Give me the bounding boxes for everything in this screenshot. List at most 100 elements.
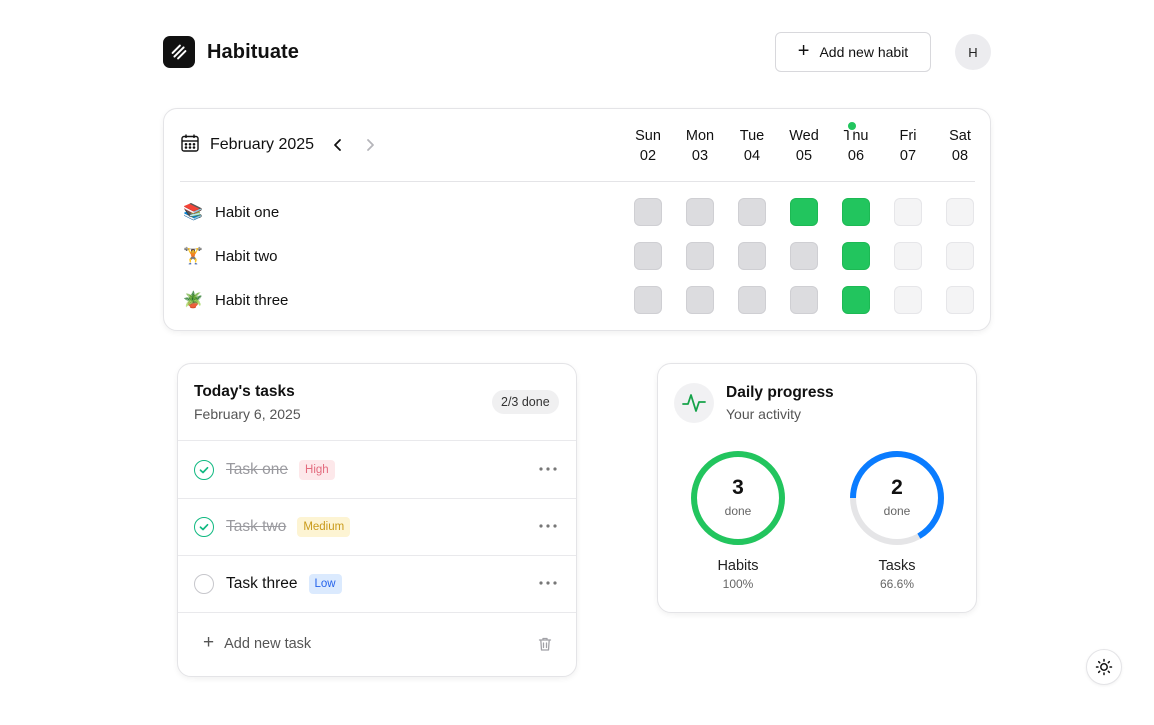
- habit-name: Habit one: [215, 203, 280, 221]
- task-name: Task two: [226, 517, 287, 535]
- day-date: 05: [795, 148, 813, 164]
- day-weekday: Mon: [685, 128, 715, 144]
- day-date: 02: [639, 148, 657, 164]
- day-date: 06: [847, 148, 865, 164]
- task-divider: [178, 612, 576, 613]
- habit-emoji-icon: 🏋️: [183, 248, 203, 265]
- habit-day-cell-missed[interactable]: [634, 286, 662, 314]
- day-date: 04: [743, 148, 761, 164]
- ring-value: 2: [891, 476, 903, 499]
- add-habit-button[interactable]: + Add new habit: [775, 32, 931, 72]
- day-date: 08: [951, 148, 969, 164]
- habit-row[interactable]: 🪴 Habit three: [182, 286, 288, 314]
- habit-day-cell-future[interactable]: [946, 286, 974, 314]
- habit-day-cell-missed[interactable]: [634, 242, 662, 270]
- day-header: Tue 04: [728, 126, 776, 166]
- app-name: Habituate: [207, 40, 300, 63]
- month-navigation: February 2025: [180, 133, 382, 157]
- day-weekday: Fri: [899, 128, 917, 144]
- habit-name: Habit two: [215, 247, 278, 265]
- more-horizontal-icon[interactable]: [538, 461, 558, 477]
- day-header: Mon 03: [676, 126, 724, 166]
- theme-toggle-button[interactable]: [1086, 649, 1122, 685]
- month-label: February 2025: [210, 136, 315, 153]
- next-month-button[interactable]: [358, 133, 382, 157]
- habit-day-cell-missed[interactable]: [738, 242, 766, 270]
- chevron-right-icon: [367, 139, 374, 151]
- habit-day-cell-future[interactable]: [946, 242, 974, 270]
- today-indicator-dot: [846, 120, 858, 132]
- ring-unit: done: [883, 504, 911, 518]
- more-horizontal-icon[interactable]: [538, 518, 558, 534]
- task-row: Task one High: [178, 441, 576, 498]
- day-header: Thu 06: [832, 126, 880, 166]
- priority-badge: Medium: [297, 516, 351, 537]
- habit-name: Habit three: [215, 291, 289, 309]
- day-date: 07: [899, 148, 917, 164]
- day-weekday: Wed: [789, 128, 819, 144]
- todays-tasks-card: Today's tasks February 6, 2025 2/3 done …: [177, 363, 577, 677]
- ring-label: Tasks: [878, 558, 916, 574]
- habit-day-cell-done[interactable]: [842, 286, 870, 314]
- habit-day-cell-done[interactable]: [842, 242, 870, 270]
- progress-title: Daily progress: [726, 384, 834, 401]
- habit-day-cell-missed[interactable]: [686, 286, 714, 314]
- habit-row[interactable]: 📚 Habit one: [182, 198, 279, 226]
- day-header: Sat 08: [936, 126, 984, 166]
- activity-pulse-icon: [674, 383, 714, 423]
- tasks-title: Today's tasks: [194, 383, 295, 400]
- sun-icon: [1095, 658, 1113, 676]
- habit-row[interactable]: 🏋️ Habit two: [182, 242, 278, 270]
- habit-day-cell-future[interactable]: [894, 286, 922, 314]
- priority-badge: Low: [308, 573, 342, 594]
- plus-icon: +: [797, 40, 810, 62]
- habit-day-cell-missed[interactable]: [634, 198, 662, 226]
- trash-icon[interactable]: [537, 636, 553, 652]
- habit-day-cell-missed[interactable]: [686, 198, 714, 226]
- tracker-divider: [180, 181, 975, 182]
- habit-day-cell-future[interactable]: [894, 198, 922, 226]
- day-header: Sun 02: [624, 126, 672, 166]
- day-header: Wed 05: [780, 126, 828, 166]
- plus-icon: +: [203, 632, 215, 653]
- brand[interactable]: Habituate: [163, 36, 299, 68]
- ring-unit: done: [724, 504, 752, 518]
- habit-day-cell-missed[interactable]: [790, 242, 818, 270]
- ring-percent: 66.6%: [879, 577, 915, 591]
- tasks-done-badge: 2/3 done: [492, 390, 559, 414]
- task-checked-icon[interactable]: [194, 516, 214, 537]
- avatar[interactable]: H: [955, 34, 991, 70]
- ring-value: 3: [732, 476, 744, 499]
- task-checked-icon[interactable]: [194, 459, 214, 480]
- day-weekday: Sun: [635, 128, 661, 144]
- progress-ring: 2 done: [847, 448, 947, 548]
- habit-tracker-card: February 2025 Sun 02 Mon 03 Tue 04 Wed 05 Thu 06 F…: [163, 108, 991, 331]
- day-header: Fri 07: [884, 126, 932, 166]
- progress-subtitle: Your activity: [726, 406, 801, 422]
- habit-day-cell-future[interactable]: [946, 198, 974, 226]
- task-row: Task three Low: [178, 555, 576, 612]
- chevron-left-icon: [334, 139, 341, 151]
- calendar-icon: [180, 133, 200, 158]
- daily-progress-card: Daily progress Your activity 3 done Habits…: [657, 363, 977, 613]
- task-checkbox[interactable]: [194, 573, 214, 594]
- add-task-label: Add new task: [224, 635, 312, 652]
- add-habit-label: Add new habit: [819, 44, 909, 60]
- add-task-button[interactable]: + Add new task: [203, 632, 312, 653]
- day-weekday: Tue: [739, 128, 765, 144]
- habit-day-cell-done[interactable]: [790, 198, 818, 226]
- habit-day-cell-future[interactable]: [894, 242, 922, 270]
- task-name: Task one: [226, 460, 289, 478]
- habit-day-cell-done[interactable]: [842, 198, 870, 226]
- day-date: 03: [691, 148, 709, 164]
- habit-day-cell-missed[interactable]: [738, 286, 766, 314]
- habit-day-cell-missed[interactable]: [738, 198, 766, 226]
- habit-day-cell-missed[interactable]: [686, 242, 714, 270]
- link-logo-icon: [163, 36, 195, 68]
- habit-emoji-icon: 🪴: [183, 292, 203, 309]
- ring-label: Habits: [717, 558, 759, 574]
- task-name: Task three: [226, 574, 298, 592]
- habit-day-cell-missed[interactable]: [790, 286, 818, 314]
- prev-month-button[interactable]: [326, 133, 350, 157]
- more-horizontal-icon[interactable]: [538, 575, 558, 591]
